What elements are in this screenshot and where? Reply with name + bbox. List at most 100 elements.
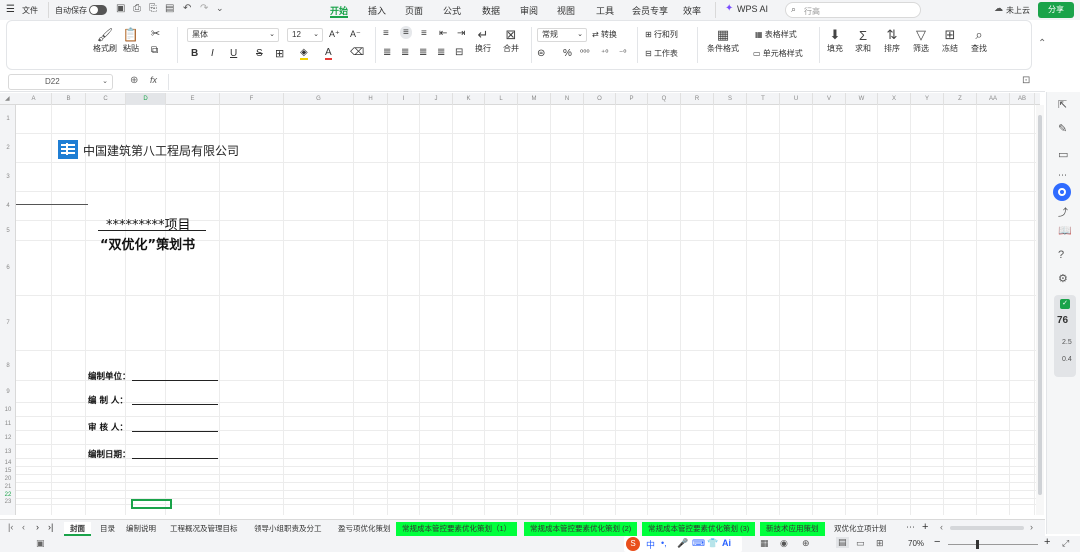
rows-cols-button[interactable]: ⊞ 行和列 bbox=[645, 29, 678, 40]
vertical-scrollbar[interactable] bbox=[1036, 105, 1044, 515]
select-pointer-icon[interactable]: ⇱ bbox=[1058, 98, 1067, 111]
row-header-12[interactable]: 12 bbox=[0, 431, 16, 445]
font-color-icon[interactable]: A bbox=[325, 47, 332, 60]
add-sheet-icon[interactable]: + bbox=[922, 521, 928, 533]
ribbon-collapse-icon[interactable]: ⌃ bbox=[1038, 38, 1046, 49]
justify-icon[interactable]: ≣ bbox=[437, 47, 445, 58]
edit-icon[interactable]: ✎ bbox=[1058, 122, 1067, 135]
menu-icon[interactable]: ☰ bbox=[6, 4, 15, 15]
row-header-23[interactable]: 23 bbox=[0, 499, 16, 505]
border-icon[interactable]: ⊞ bbox=[275, 47, 284, 60]
fill-color-icon[interactable]: ◈ bbox=[300, 47, 308, 60]
normal-view-icon[interactable]: ▤ bbox=[836, 537, 849, 548]
bold-button[interactable]: B bbox=[191, 48, 198, 59]
sheet-status-icon[interactable]: ▣ bbox=[36, 538, 45, 549]
zoom-in-icon[interactable]: + bbox=[1044, 536, 1050, 548]
fx-icon[interactable]: fx bbox=[150, 75, 157, 85]
percent-icon[interactable]: % bbox=[563, 48, 572, 59]
row-header-22[interactable]: 22 bbox=[0, 491, 16, 499]
hscroll-left-icon[interactable]: ‹ bbox=[940, 522, 943, 532]
sogou-ime-icon[interactable]: S bbox=[626, 537, 640, 551]
zoom-slider-knob[interactable] bbox=[975, 540, 979, 549]
column-header-g[interactable]: G bbox=[284, 93, 354, 105]
hscroll-right-icon[interactable]: › bbox=[1030, 522, 1033, 532]
column-header-k[interactable]: K bbox=[453, 93, 485, 105]
sheet-tab[interactable]: 常规成本管控要素优化策划（1） bbox=[396, 522, 518, 536]
wrap-button[interactable]: ↵ 换行 bbox=[475, 27, 491, 54]
distribute-icon[interactable]: ⊟ bbox=[455, 47, 463, 58]
wps-ai-button[interactable]: WPS AI bbox=[737, 4, 768, 14]
align-right-icon[interactable]: ≣ bbox=[419, 47, 427, 58]
layout-icon[interactable]: ▦ bbox=[760, 538, 769, 549]
row-header-14[interactable]: 14 bbox=[0, 459, 16, 467]
quick-access-dropdown-icon[interactable]: ⌄ bbox=[216, 3, 224, 14]
number-format-select[interactable]: 常规 ⌄ bbox=[537, 28, 587, 42]
column-header-j[interactable]: J bbox=[420, 93, 453, 105]
column-header-z[interactable]: Z bbox=[944, 93, 977, 105]
sheet-tab[interactable]: 双优化立项计划 bbox=[828, 522, 893, 536]
first-sheet-icon[interactable]: |‹ bbox=[8, 522, 13, 532]
tab-member[interactable]: 会员专享 bbox=[632, 4, 668, 17]
sheet-tab[interactable]: 新技术应用策划 bbox=[760, 522, 825, 536]
row-header-6[interactable]: 6 bbox=[0, 241, 16, 296]
column-header-x[interactable]: X bbox=[878, 93, 911, 105]
worksheet-button[interactable]: ⊟ 工作表 bbox=[645, 48, 678, 59]
next-sheet-icon[interactable]: › bbox=[36, 522, 39, 532]
merge-button[interactable]: ⊠ 合并 bbox=[503, 27, 519, 54]
column-header-p[interactable]: P bbox=[616, 93, 648, 105]
performance-widget[interactable]: ✓ 76 2.5 0.4 bbox=[1054, 295, 1076, 377]
crosshair-icon[interactable]: ⊕ bbox=[802, 538, 810, 549]
file-menu[interactable]: 文件 bbox=[22, 5, 38, 16]
find-button[interactable]: ⌕ 查找 bbox=[971, 27, 987, 54]
format-painter-button[interactable]: 🖌 格式刷 bbox=[93, 27, 117, 54]
column-header-s[interactable]: S bbox=[714, 93, 747, 105]
last-sheet-icon[interactable]: ›| bbox=[48, 522, 53, 532]
prev-sheet-icon[interactable]: ‹ bbox=[22, 522, 25, 532]
strikethrough-button[interactable]: S bbox=[256, 48, 263, 59]
column-header-d[interactable]: D bbox=[126, 93, 166, 105]
zoom-magnifier-icon[interactable]: ⊕ bbox=[130, 75, 138, 86]
column-header-a[interactable]: A bbox=[16, 93, 52, 105]
align-center-icon[interactable]: ≣ bbox=[401, 47, 409, 58]
spreadsheet-grid[interactable]: 中国建筑第八工程局有限公司 *********项目 “双优化”策划书 编制单位：… bbox=[16, 105, 1040, 515]
eye-protect-icon[interactable]: ◉ bbox=[780, 538, 788, 549]
conditional-format-button[interactable]: ▦ 条件格式 bbox=[707, 27, 739, 54]
sum-button[interactable]: Σ 求和 bbox=[855, 27, 871, 54]
paste-button[interactable]: 📋 粘贴 bbox=[123, 27, 139, 54]
column-header-e[interactable]: E bbox=[166, 93, 220, 105]
tab-insert[interactable]: 插入 bbox=[368, 4, 386, 17]
copy-icon[interactable]: ⧉ bbox=[151, 45, 158, 56]
decrease-font-icon[interactable]: A⁻ bbox=[350, 29, 361, 40]
align-bottom-icon[interactable]: ≡ bbox=[421, 28, 427, 39]
filter-button[interactable]: ▽ 筛选 bbox=[913, 27, 929, 54]
sheet-tab[interactable]: 常规成本管控要素优化策划 (3) bbox=[642, 522, 756, 536]
row-header-5[interactable]: 5 bbox=[0, 221, 16, 241]
convert-button[interactable]: ⇄ 转换 bbox=[592, 29, 617, 40]
column-header-y[interactable]: Y bbox=[911, 93, 944, 105]
font-size-select[interactable]: 12 ⌄ bbox=[287, 28, 323, 42]
column-header-c[interactable]: C bbox=[86, 93, 126, 105]
column-header-m[interactable]: M bbox=[518, 93, 551, 105]
keyboard-icon[interactable]: ⌨ bbox=[692, 538, 705, 549]
sort-button[interactable]: ⇅ 排序 bbox=[884, 27, 900, 54]
cloud-status[interactable]: 未上云 bbox=[1006, 5, 1030, 16]
column-header-w[interactable]: W bbox=[846, 93, 878, 105]
row-header-9[interactable]: 9 bbox=[0, 381, 16, 403]
ime-punct-icon[interactable]: •, bbox=[661, 538, 667, 548]
thousands-icon[interactable]: ⁰⁰⁰ bbox=[580, 48, 590, 57]
column-header-u[interactable]: U bbox=[780, 93, 813, 105]
column-header-o[interactable]: O bbox=[584, 93, 616, 105]
formula-input[interactable] bbox=[172, 74, 1012, 90]
assistant-icon[interactable] bbox=[1053, 183, 1071, 201]
column-header-q[interactable]: Q bbox=[648, 93, 681, 105]
row-header-7[interactable]: 7 bbox=[0, 296, 16, 351]
export-icon[interactable]: ⎙ bbox=[133, 3, 141, 14]
column-header-r[interactable]: R bbox=[681, 93, 714, 105]
preview-icon[interactable]: ▤ bbox=[165, 3, 174, 14]
autosave-toggle[interactable] bbox=[89, 5, 107, 15]
tab-data[interactable]: 数据 bbox=[482, 4, 500, 17]
decrease-decimal-icon[interactable]: ⁻⁰ bbox=[619, 48, 626, 57]
column-header-ab[interactable]: AB bbox=[1010, 93, 1035, 105]
row-header-3[interactable]: 3 bbox=[0, 163, 16, 192]
sheet-tab[interactable]: 封面 bbox=[64, 522, 91, 536]
